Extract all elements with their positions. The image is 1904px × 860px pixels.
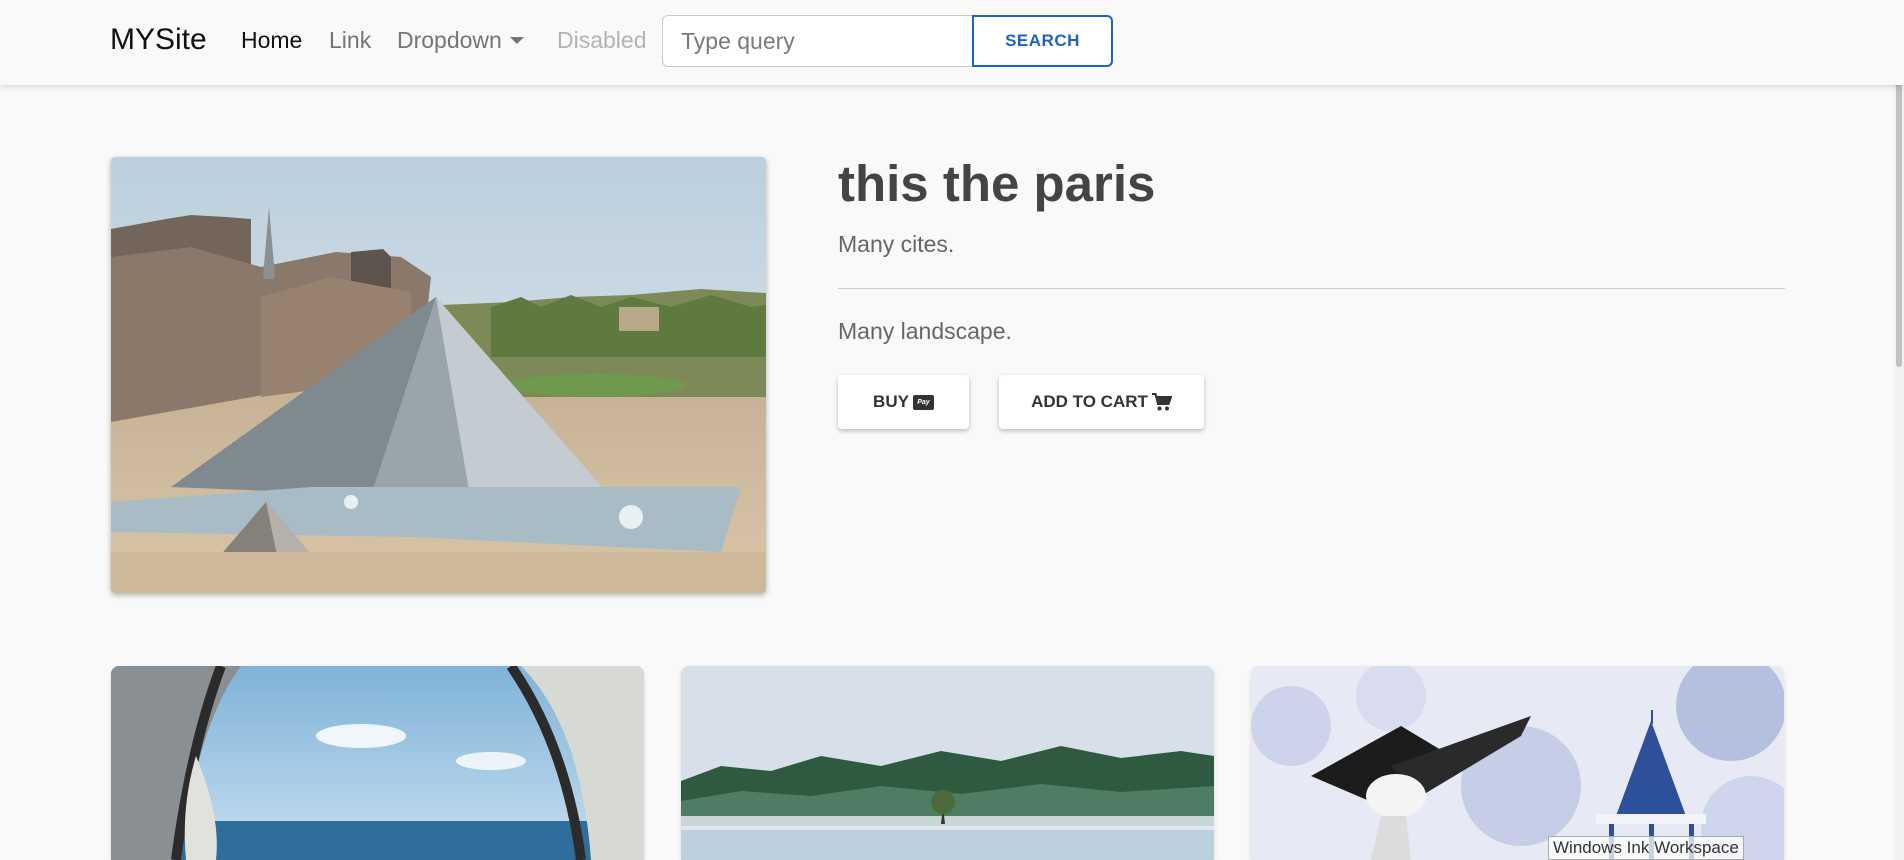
search-input[interactable] [662, 15, 974, 67]
card-lake[interactable] [681, 666, 1214, 860]
tent-sea-photo [111, 666, 644, 860]
card-snow[interactable] [1251, 666, 1784, 860]
nav-dropdown[interactable]: Dropdown [397, 27, 524, 54]
snow-bird-gazebo-photo [1251, 666, 1784, 860]
buy-button[interactable]: BUY Pay [838, 375, 969, 429]
caret-down-icon [509, 37, 524, 44]
nav-dropdown-label: Dropdown [397, 27, 502, 53]
lake-forest-photo [681, 666, 1214, 860]
buy-label: BUY [873, 392, 909, 411]
paypal-icon: Pay [912, 394, 934, 410]
cart-icon [1151, 393, 1172, 411]
scrollbar[interactable] [1894, 0, 1904, 860]
hero-title: this the paris [838, 155, 1156, 212]
hero-image [111, 157, 766, 593]
nav-disabled: Disabled [557, 27, 647, 53]
add-to-cart-button[interactable]: ADD TO CART [999, 375, 1204, 429]
nav-home[interactable]: Home [241, 27, 302, 54]
paris-louvre-photo [111, 157, 766, 593]
navbar: MYSite Home Link Dropdown Disabled SEARC… [0, 0, 1904, 85]
search-button[interactable]: SEARCH [972, 15, 1113, 67]
brand-logo[interactable]: MYSite [110, 23, 207, 57]
hero-description: Many landscape. [838, 318, 1012, 344]
divider [838, 288, 1785, 289]
ink-workspace-label: Windows Ink Workspace [1548, 836, 1744, 860]
nav-link[interactable]: Link [329, 27, 371, 54]
hero-subtitle: Many cites. [838, 231, 955, 257]
card-tent[interactable] [111, 666, 644, 860]
cart-label: ADD TO CART [1031, 392, 1148, 411]
